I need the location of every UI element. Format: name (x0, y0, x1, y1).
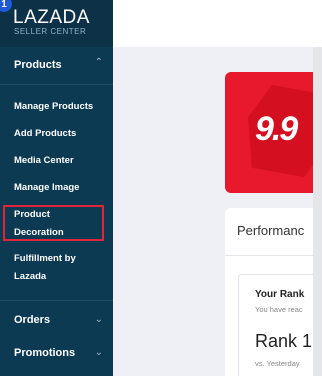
rank-card[interactable]: Your Rank You have reac Rank 1 vs. Yeste… (238, 274, 322, 376)
sidebar-item-media-center[interactable]: Media Center (14, 152, 74, 170)
chevron-up-icon: ⌃ (94, 57, 103, 68)
logo-wordmark: LAZADA (13, 7, 90, 28)
rank-subtitle: You have reac (255, 305, 303, 314)
top-bar (113, 0, 322, 47)
logo-block[interactable]: LAZADA SELLER CENTER (0, 0, 113, 47)
sidebar-item-fulfillment-by-lazada[interactable]: Fulfillment by Lazada (14, 250, 94, 286)
performance-divider (225, 255, 322, 256)
sidebar: LAZADA SELLER CENTER Products ⌃ Manage P… (0, 0, 113, 376)
promo-text: 9.9 (255, 110, 298, 148)
chevron-down-icon: ⌄ (94, 314, 103, 325)
sidebar-item-manage-image[interactable]: Manage Image (14, 179, 79, 197)
sidebar-divider (0, 300, 113, 301)
chevron-down-icon: ⌄ (94, 347, 103, 358)
rank-heading: Your Rank (255, 289, 305, 300)
performance-card: Performanc Your Rank You have reac Rank … (225, 208, 322, 376)
sidebar-section-label: Orders (14, 314, 51, 326)
promo-banner[interactable]: 9.9 (225, 72, 322, 193)
sidebar-item-manage-products[interactable]: Manage Products (14, 98, 93, 116)
rank-comparison: vs. Yesterday (255, 359, 300, 368)
rank-value: Rank 1 (255, 331, 313, 351)
sidebar-item-add-products[interactable]: Add Products (14, 125, 76, 143)
vertical-scrollbar[interactable] (313, 47, 322, 376)
logo-subtitle: SELLER CENTER (14, 27, 87, 36)
sidebar-section-label: Promotions (14, 347, 76, 359)
highlight-box (3, 205, 104, 241)
sidebar-divider (0, 84, 113, 85)
performance-title: Performanc (237, 223, 305, 238)
sidebar-section-label: Products (14, 59, 62, 71)
